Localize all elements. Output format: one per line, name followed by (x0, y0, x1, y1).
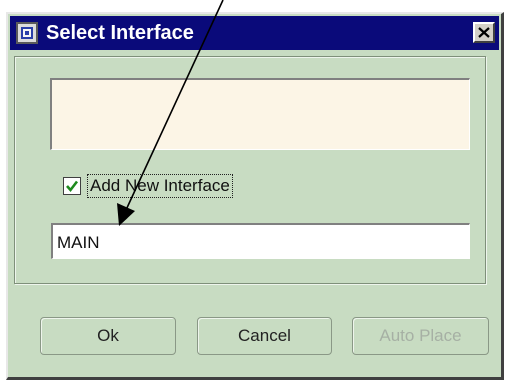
interface-list[interactable] (50, 78, 470, 150)
close-icon (478, 27, 490, 38)
interface-name-field[interactable] (51, 223, 470, 259)
title-bar[interactable]: Select Interface (10, 16, 499, 50)
add-new-interface-label[interactable]: Add New Interface (87, 174, 233, 198)
check-mark-icon (66, 180, 79, 193)
add-new-interface-checkbox[interactable] (63, 177, 81, 195)
cancel-button[interactable]: Cancel (197, 317, 332, 355)
close-button[interactable] (473, 22, 495, 43)
dialog-title: Select Interface (46, 22, 194, 44)
ok-button[interactable]: Ok (40, 317, 176, 355)
auto-place-button: Auto Place (352, 317, 489, 355)
app-icon (16, 22, 38, 44)
